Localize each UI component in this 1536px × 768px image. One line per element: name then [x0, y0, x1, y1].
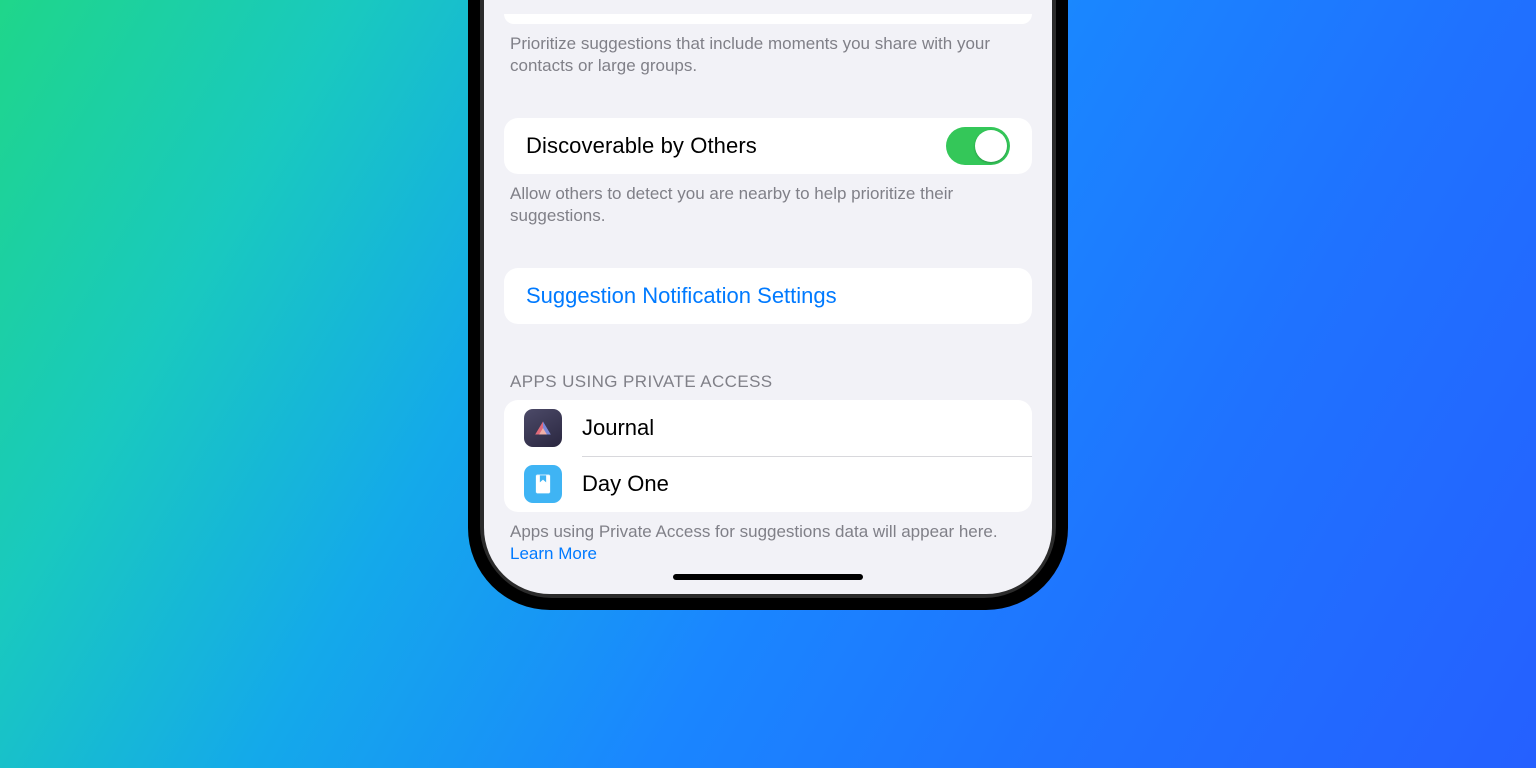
toggle-knob: [975, 130, 1007, 162]
settings-screen: Prioritize suggestions that include mome…: [484, 0, 1052, 594]
apps-list-card: Journal: [504, 400, 1032, 512]
apps-section-footer: Apps using Private Access for suggestion…: [484, 512, 1052, 566]
discoverable-label: Discoverable by Others: [526, 133, 757, 159]
app-row-dayone[interactable]: Day One: [504, 456, 1032, 512]
learn-more-link[interactable]: Learn More: [510, 544, 597, 563]
apps-section-header: APPS USING PRIVATE ACCESS: [484, 372, 1052, 400]
notification-settings-label: Suggestion Notification Settings: [526, 283, 837, 309]
journal-app-icon: [524, 409, 562, 447]
notification-settings-row[interactable]: Suggestion Notification Settings: [504, 268, 1032, 324]
discoverable-footer: Allow others to detect you are nearby to…: [484, 174, 1052, 228]
discoverable-toggle[interactable]: [946, 127, 1010, 165]
prioritize-suggestions-footer: Prioritize suggestions that include mome…: [484, 24, 1052, 78]
app-label: Day One: [582, 471, 669, 497]
home-indicator[interactable]: [673, 574, 863, 580]
phone-frame: Prioritize suggestions that include mome…: [468, 0, 1068, 610]
notification-settings-card: Suggestion Notification Settings: [504, 268, 1032, 324]
dayone-app-icon: [524, 465, 562, 503]
app-row-journal[interactable]: Journal: [504, 400, 1032, 456]
previous-section-card-tail: [504, 14, 1032, 24]
app-label: Journal: [582, 415, 654, 441]
apps-footer-text: Apps using Private Access for suggestion…: [510, 522, 998, 541]
discoverable-card: Discoverable by Others: [504, 118, 1032, 174]
discoverable-row[interactable]: Discoverable by Others: [504, 118, 1032, 174]
